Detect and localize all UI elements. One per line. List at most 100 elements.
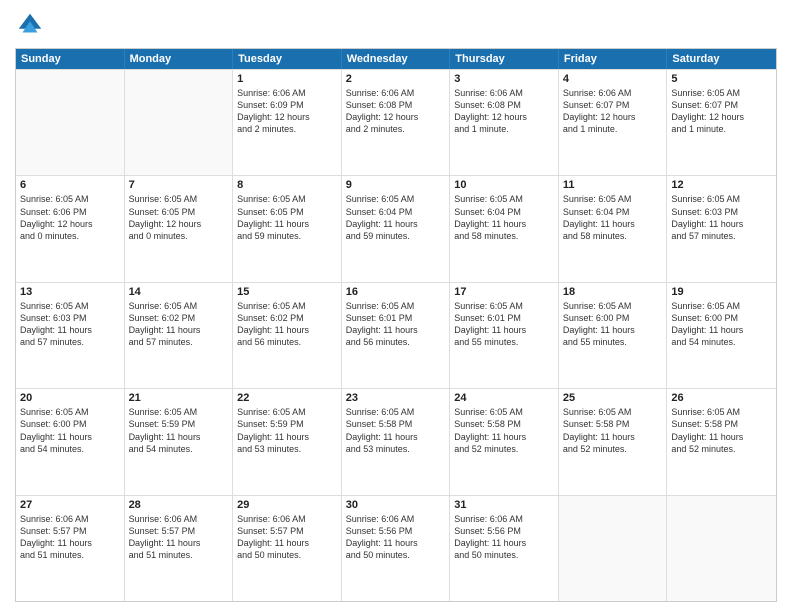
- cell-sun-info: Sunrise: 6:06 AMSunset: 6:08 PMDaylight:…: [454, 87, 554, 136]
- day-number: 2: [346, 73, 446, 85]
- calendar-cell: 1 Sunrise: 6:06 AMSunset: 6:09 PMDaylight…: [233, 70, 342, 175]
- calendar-cell: 10 Sunrise: 6:05 AMSunset: 6:04 PMDayligh…: [450, 176, 559, 281]
- calendar-body: 1 Sunrise: 6:06 AMSunset: 6:09 PMDaylight…: [16, 69, 776, 601]
- day-number: 6: [20, 179, 120, 191]
- day-number: 10: [454, 179, 554, 191]
- cell-sun-info: Sunrise: 6:05 AMSunset: 6:01 PMDaylight:…: [454, 300, 554, 349]
- day-number: 26: [671, 392, 772, 404]
- calendar-cell: 4 Sunrise: 6:06 AMSunset: 6:07 PMDaylight…: [559, 70, 668, 175]
- day-number: 22: [237, 392, 337, 404]
- calendar-cell: 20 Sunrise: 6:05 AMSunset: 6:00 PMDayligh…: [16, 389, 125, 494]
- cell-sun-info: Sunrise: 6:05 AMSunset: 6:00 PMDaylight:…: [20, 406, 120, 455]
- cell-sun-info: Sunrise: 6:05 AMSunset: 5:59 PMDaylight:…: [129, 406, 229, 455]
- cell-sun-info: Sunrise: 6:06 AMSunset: 5:56 PMDaylight:…: [454, 513, 554, 562]
- calendar-cell: 3 Sunrise: 6:06 AMSunset: 6:08 PMDaylight…: [450, 70, 559, 175]
- calendar-cell: 9 Sunrise: 6:05 AMSunset: 6:04 PMDaylight…: [342, 176, 451, 281]
- calendar-cell: 2 Sunrise: 6:06 AMSunset: 6:08 PMDaylight…: [342, 70, 451, 175]
- calendar-cell: 27Sunrise: 6:06 AMSunset: 5:57 PMDayligh…: [16, 496, 125, 601]
- page: SundayMondayTuesdayWednesdayThursdayFrid…: [0, 0, 792, 612]
- calendar-cell: 30 Sunrise: 6:06 AMSunset: 5:56 PMDayligh…: [342, 496, 451, 601]
- cell-sun-info: Sunrise: 6:06 AMSunset: 6:09 PMDaylight:…: [237, 87, 337, 136]
- day-number: 19: [671, 286, 772, 298]
- calendar-week-3: 13 Sunrise: 6:05 AMSunset: 6:03 PMDayligh…: [16, 282, 776, 388]
- cell-sun-info: Sunrise: 6:06 AMSunset: 5:56 PMDaylight:…: [346, 513, 446, 562]
- day-number: 4: [563, 73, 663, 85]
- cell-sun-info: Sunrise: 6:05 AMSunset: 5:58 PMDaylight:…: [671, 406, 772, 455]
- day-number: 18: [563, 286, 663, 298]
- day-number: 20: [20, 392, 120, 404]
- day-number: 21: [129, 392, 229, 404]
- calendar-cell: 19 Sunrise: 6:05 AMSunset: 6:00 PMDayligh…: [667, 283, 776, 388]
- calendar-header: SundayMondayTuesdayWednesdayThursdayFrid…: [16, 49, 776, 69]
- calendar-cell: [16, 70, 125, 175]
- cell-sun-info: Sunrise: 6:05 AMSunset: 6:06 PMDaylight:…: [20, 193, 120, 242]
- cell-sun-info: Sunrise: 6:05 AMSunset: 6:02 PMDaylight:…: [237, 300, 337, 349]
- calendar-cell: 11 Sunrise: 6:05 AMSunset: 6:04 PMDayligh…: [559, 176, 668, 281]
- cell-sun-info: Sunrise: 6:05 AMSunset: 6:01 PMDaylight:…: [346, 300, 446, 349]
- cell-sun-info: Sunrise: 6:06 AMSunset: 6:07 PMDaylight:…: [563, 87, 663, 136]
- logo: [15, 10, 49, 40]
- day-number: 16: [346, 286, 446, 298]
- calendar-cell: 15 Sunrise: 6:05 AMSunset: 6:02 PMDayligh…: [233, 283, 342, 388]
- cell-sun-info: Sunrise: 6:05 AMSunset: 6:03 PMDaylight:…: [20, 300, 120, 349]
- header-day-sunday: Sunday: [16, 49, 125, 69]
- calendar-cell: 12 Sunrise: 6:05 AMSunset: 6:03 PMDayligh…: [667, 176, 776, 281]
- cell-sun-info: Sunrise: 6:05 AMSunset: 5:58 PMDaylight:…: [454, 406, 554, 455]
- cell-sun-info: Sunrise: 6:05 AMSunset: 6:04 PMDaylight:…: [563, 193, 663, 242]
- calendar-cell: 16 Sunrise: 6:05 AMSunset: 6:01 PMDayligh…: [342, 283, 451, 388]
- day-number: 14: [129, 286, 229, 298]
- day-number: 15: [237, 286, 337, 298]
- calendar-cell: 28 Sunrise: 6:06 AMSunset: 5:57 PMDayligh…: [125, 496, 234, 601]
- cell-sun-info: Sunrise: 6:05 AMSunset: 6:05 PMDaylight:…: [129, 193, 229, 242]
- cell-sun-info: Sunrise: 6:05 AMSunset: 5:59 PMDaylight:…: [237, 406, 337, 455]
- day-number: 1: [237, 73, 337, 85]
- cell-sun-info: Sunrise: 6:06 AMSunset: 5:57 PMDaylight:…: [129, 513, 229, 562]
- calendar-cell: 21 Sunrise: 6:05 AMSunset: 5:59 PMDayligh…: [125, 389, 234, 494]
- day-number: 13: [20, 286, 120, 298]
- cell-sun-info: Sunrise: 6:05 AMSunset: 6:07 PMDaylight:…: [671, 87, 772, 136]
- calendar-cell: [125, 70, 234, 175]
- day-number: 17: [454, 286, 554, 298]
- day-number: 30: [346, 499, 446, 511]
- calendar-week-4: 20 Sunrise: 6:05 AMSunset: 6:00 PMDayligh…: [16, 388, 776, 494]
- cell-sun-info: Sunrise: 6:05 AMSunset: 6:03 PMDaylight:…: [671, 193, 772, 242]
- day-number: 12: [671, 179, 772, 191]
- calendar-cell: 14 Sunrise: 6:05 AMSunset: 6:02 PMDayligh…: [125, 283, 234, 388]
- cell-sun-info: Sunrise: 6:05 AMSunset: 5:58 PMDaylight:…: [563, 406, 663, 455]
- day-number: 25: [563, 392, 663, 404]
- calendar-week-1: 1 Sunrise: 6:06 AMSunset: 6:09 PMDaylight…: [16, 69, 776, 175]
- logo-icon: [15, 10, 45, 40]
- calendar-cell: 25 Sunrise: 6:05 AMSunset: 5:58 PMDayligh…: [559, 389, 668, 494]
- day-number: 11: [563, 179, 663, 191]
- calendar-cell: [559, 496, 668, 601]
- calendar-cell: 29 Sunrise: 6:06 AMSunset: 5:57 PMDayligh…: [233, 496, 342, 601]
- cell-sun-info: Sunrise: 6:05 AMSunset: 6:04 PMDaylight:…: [454, 193, 554, 242]
- day-number: 29: [237, 499, 337, 511]
- day-number: 9: [346, 179, 446, 191]
- calendar-week-5: 27Sunrise: 6:06 AMSunset: 5:57 PMDayligh…: [16, 495, 776, 601]
- calendar: SundayMondayTuesdayWednesdayThursdayFrid…: [15, 48, 777, 602]
- calendar-cell: 8Sunrise: 6:05 AMSunset: 6:05 PMDaylight…: [233, 176, 342, 281]
- calendar-cell: 7Sunrise: 6:05 AMSunset: 6:05 PMDaylight…: [125, 176, 234, 281]
- calendar-cell: 24Sunrise: 6:05 AMSunset: 5:58 PMDayligh…: [450, 389, 559, 494]
- cell-sun-info: Sunrise: 6:05 AMSunset: 6:04 PMDaylight:…: [346, 193, 446, 242]
- cell-sun-info: Sunrise: 6:06 AMSunset: 5:57 PMDaylight:…: [20, 513, 120, 562]
- cell-sun-info: Sunrise: 6:05 AMSunset: 6:00 PMDaylight:…: [563, 300, 663, 349]
- calendar-cell: 23Sunrise: 6:05 AMSunset: 5:58 PMDayligh…: [342, 389, 451, 494]
- day-number: 5: [671, 73, 772, 85]
- calendar-week-2: 6 Sunrise: 6:05 AMSunset: 6:06 PMDaylight…: [16, 175, 776, 281]
- calendar-cell: 26 Sunrise: 6:05 AMSunset: 5:58 PMDayligh…: [667, 389, 776, 494]
- header-day-friday: Friday: [559, 49, 668, 69]
- cell-sun-info: Sunrise: 6:06 AMSunset: 5:57 PMDaylight:…: [237, 513, 337, 562]
- day-number: 28: [129, 499, 229, 511]
- calendar-cell: 5 Sunrise: 6:05 AMSunset: 6:07 PMDaylight…: [667, 70, 776, 175]
- calendar-cell: 13 Sunrise: 6:05 AMSunset: 6:03 PMDayligh…: [16, 283, 125, 388]
- cell-sun-info: Sunrise: 6:05 AMSunset: 6:00 PMDaylight:…: [671, 300, 772, 349]
- calendar-cell: 6 Sunrise: 6:05 AMSunset: 6:06 PMDaylight…: [16, 176, 125, 281]
- day-number: 8: [237, 179, 337, 191]
- cell-sun-info: Sunrise: 6:05 AMSunset: 6:02 PMDaylight:…: [129, 300, 229, 349]
- header-day-monday: Monday: [125, 49, 234, 69]
- calendar-cell: 17 Sunrise: 6:05 AMSunset: 6:01 PMDayligh…: [450, 283, 559, 388]
- day-number: 3: [454, 73, 554, 85]
- cell-sun-info: Sunrise: 6:06 AMSunset: 6:08 PMDaylight:…: [346, 87, 446, 136]
